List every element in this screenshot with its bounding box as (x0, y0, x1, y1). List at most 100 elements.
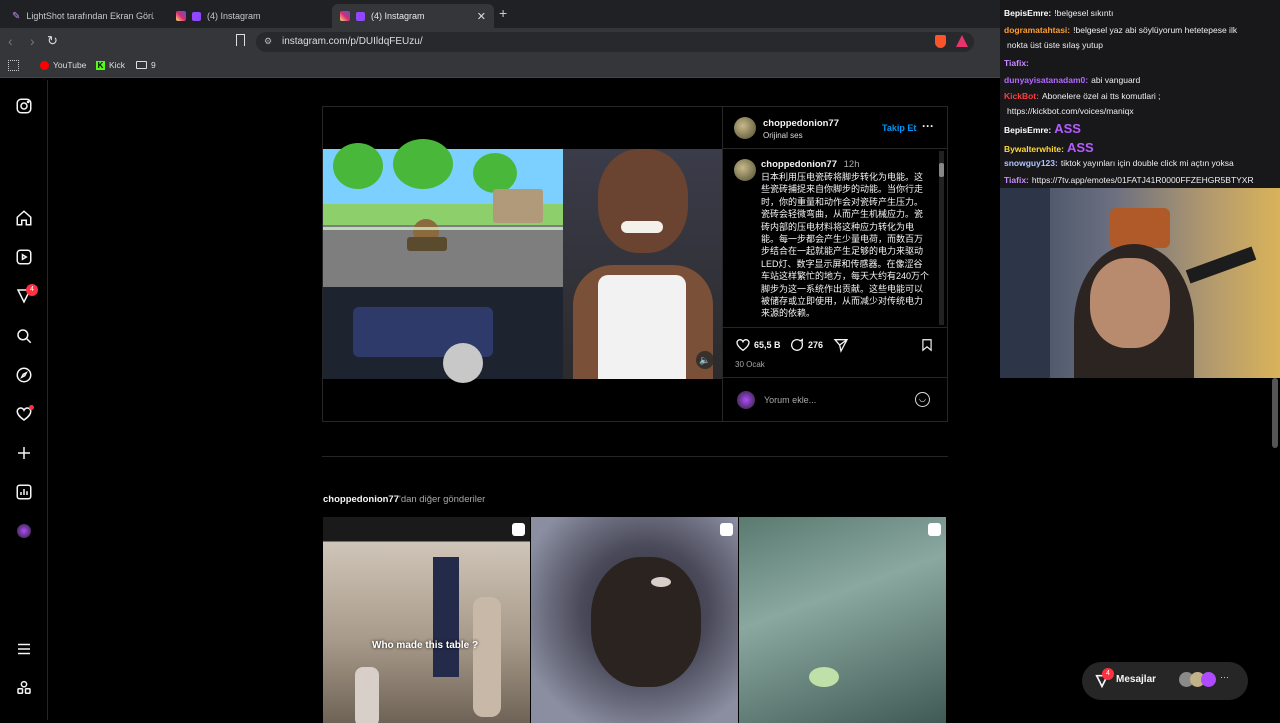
follow-button[interactable]: Takip Et (882, 123, 916, 133)
create-plus-icon[interactable] (14, 443, 34, 463)
more-posts-suffix: 'dan diğer gönderiler (399, 494, 486, 505)
reel-badge-icon (512, 523, 525, 536)
instagram-favicon-icon (340, 11, 350, 21)
tab-instagram-1[interactable]: (4) Instagram (168, 4, 328, 28)
messages-nav-icon[interactable]: 4 (14, 284, 38, 306)
chat-text: abi vanguard (1091, 75, 1141, 85)
notifications-heart-icon[interactable] (14, 404, 34, 424)
post-thumbnail-3[interactable] (739, 517, 946, 723)
folder-icon (136, 61, 147, 69)
tab-lightshot[interactable]: ✎ LightShot tarafından Ekran Görüntüsü (4, 4, 164, 28)
caption-scrollbar[interactable] (939, 151, 944, 325)
divider (723, 327, 947, 328)
author-username[interactable]: choppedonion77 (763, 118, 839, 129)
chat-username[interactable]: Bywalterwhite: (1004, 144, 1064, 154)
divider (723, 148, 947, 149)
chat-message: BepisEmre: ASS (1004, 121, 1081, 136)
save-bookmark-icon[interactable] (920, 337, 934, 353)
profile-avatar[interactable] (14, 521, 34, 541)
apps-grid-icon[interactable] (8, 60, 19, 71)
chat-message: KickBot: Abonelere özel ai tts komutlari … (1004, 91, 1161, 101)
address-bar[interactable]: ⚙ instagram.com/p/DUIldqFEUzu/ (256, 32, 974, 52)
page-scrollbar[interactable] (1272, 378, 1278, 448)
audio-label[interactable]: Orijinal ses (763, 131, 803, 140)
reel-badge-icon (720, 523, 733, 536)
tab-instagram-active[interactable]: (4) Instagram ✕ (332, 4, 494, 28)
webcam-poster (1000, 188, 1050, 378)
notification-badge: 4 (26, 284, 38, 296)
instagram-sidebar: 4 (0, 80, 48, 720)
url-text: instagram.com/p/DUIldqFEUzu/ (282, 36, 423, 47)
chat-username[interactable]: Tiafix: (1004, 58, 1029, 68)
chat-message: https://kickbot.com/voices/maniqx (1004, 106, 1134, 116)
more-posts-user[interactable]: choppedonion77 (323, 494, 399, 505)
lightshot-icon: ✎ (12, 10, 21, 22)
explore-icon[interactable] (14, 365, 34, 385)
instagram-logo-icon[interactable] (14, 96, 34, 116)
back-icon[interactable]: ‹ (8, 33, 13, 49)
share-icon[interactable] (833, 337, 849, 353)
caption-text: 日本利用压电瓷砖将脚步转化为电能。这些瓷砖捕捉来自你脚步的动能。当你行走时，你的… (761, 172, 930, 319)
post-thumbnail-1[interactable]: Who made this table ? (323, 517, 530, 723)
dashboard-icon[interactable] (14, 482, 34, 502)
more-posts-section: choppedonion77'dan diğer gönderiler Who … (322, 456, 948, 723)
chat-username[interactable]: KickBot: (1004, 91, 1039, 101)
tab-label: (4) Instagram (371, 11, 425, 21)
post-thumbnail-2[interactable] (531, 517, 738, 723)
more-options-icon[interactable]: ··· (922, 119, 934, 133)
contact-avatar (1201, 672, 1216, 687)
chat-username[interactable]: snowguy123: (1004, 158, 1058, 168)
site-settings-icon[interactable]: ⚙ (264, 36, 272, 47)
like-heart-icon[interactable] (735, 337, 751, 353)
close-tab-icon[interactable]: ✕ (477, 10, 486, 23)
caption-avatar[interactable] (734, 159, 756, 181)
chat-text: !belgesel sıkıntı (1054, 8, 1114, 18)
also-from-meta-icon[interactable] (14, 678, 34, 698)
chat-message: nokta üst üste sılaş yutup (1004, 40, 1103, 50)
emoji-icon[interactable]: ◡ (915, 392, 930, 407)
post-details: choppedonion77 Orijinal ses Takip Et ···… (722, 107, 947, 421)
notification-dot (29, 405, 34, 410)
messages-badge: 4 (1102, 668, 1114, 680)
brave-shield-icon[interactable] (935, 35, 946, 48)
author-avatar[interactable] (734, 117, 756, 139)
chat-text: https://kickbot.com/voices/maniqx (1007, 106, 1134, 116)
messages-button[interactable]: 4 Mesajlar ··· (1082, 662, 1248, 700)
home-icon[interactable] (14, 208, 34, 228)
bookmark-kick[interactable]: K Kick (96, 60, 125, 70)
new-tab-button[interactable]: + (499, 5, 507, 21)
chat-message: Tiafix: (1004, 58, 1032, 68)
comment-input[interactable]: Yorum ekle... (764, 395, 816, 405)
youtube-icon (40, 60, 49, 70)
chat-username[interactable]: BepisEmre: (1004, 125, 1051, 135)
caption-username[interactable]: choppedonion77 (761, 159, 837, 170)
more-menu-icon[interactable] (14, 639, 34, 659)
reels-icon[interactable] (14, 247, 34, 267)
reel-video[interactable]: 🔈 (323, 107, 722, 421)
comment-icon[interactable] (789, 337, 805, 353)
chat-username[interactable]: BepisEmre: (1004, 8, 1051, 18)
bookmark-icon[interactable] (236, 34, 245, 46)
search-icon[interactable] (14, 326, 34, 346)
comment-count[interactable]: 276 (808, 340, 823, 350)
brave-rewards-icon[interactable] (956, 35, 968, 47)
kick-icon: K (96, 60, 105, 70)
address-bar-row: ‹ › ↻ ⚙ instagram.com/p/DUIldqFEUzu/ (0, 28, 1000, 56)
chat-text: Abonelere özel ai tts komutlari ; (1041, 91, 1161, 101)
reload-icon[interactable]: ↻ (47, 33, 58, 49)
chat-text: tiktok yayınları için double click mi aç… (1060, 158, 1234, 168)
chat-username[interactable]: dogramatahtasi: (1004, 25, 1070, 35)
mute-icon[interactable]: 🔈 (696, 351, 714, 369)
chat-username[interactable]: dunyayisatanadam0: (1004, 75, 1088, 85)
bookmark-youtube[interactable]: YouTube (40, 60, 86, 70)
instagram-favicon-icon (176, 11, 186, 21)
divider (723, 377, 947, 378)
like-count[interactable]: 65,5 B (754, 340, 781, 350)
chat-text: ASS (1067, 140, 1094, 155)
forward-icon[interactable]: › (30, 33, 35, 49)
chat-text: nokta üst üste sılaş yutup (1007, 40, 1103, 50)
post-date: 30 Ocak (735, 360, 765, 369)
bookmarks-bar: YouTube K Kick 9 (0, 56, 1000, 78)
chat-username[interactable]: Tiafix: (1004, 175, 1029, 185)
bookmark-folder[interactable]: 9 (136, 60, 156, 70)
